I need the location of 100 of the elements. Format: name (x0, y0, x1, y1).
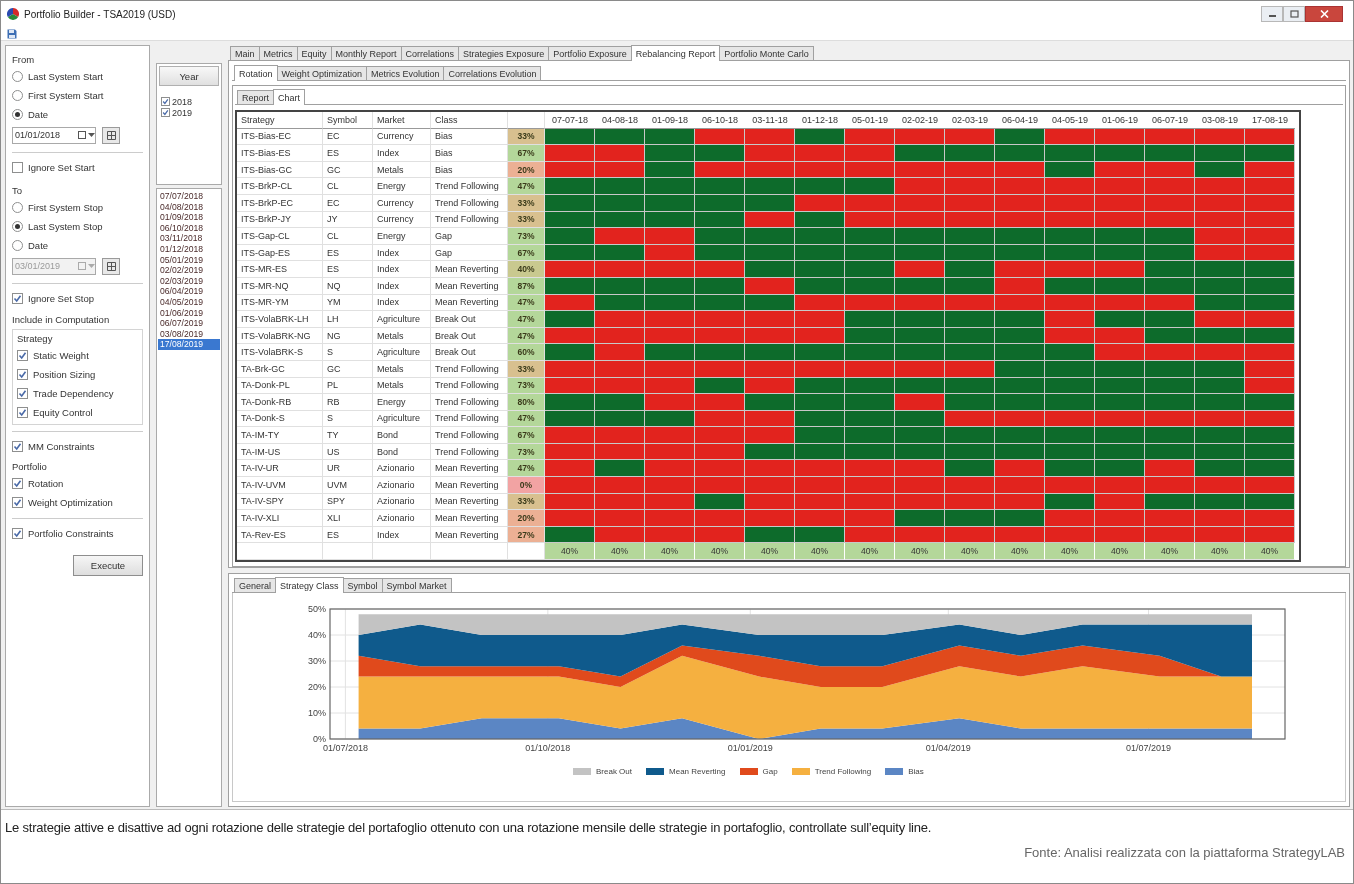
list-item[interactable]: 05/01/2019 (158, 254, 220, 266)
tab[interactable]: Portfolio Monte Carlo (719, 46, 814, 60)
list-item[interactable]: 03/11/2018 (158, 233, 220, 244)
table-cell: TA-IV-UVM (237, 477, 323, 494)
table-cell: Index (373, 526, 431, 544)
checkbox-label: Rotation (28, 478, 64, 489)
checkbox[interactable] (12, 441, 23, 452)
table-cell: TA-IV-XLI (237, 510, 323, 527)
tab[interactable]: Symbol Market (381, 578, 452, 593)
save-icon[interactable] (7, 28, 17, 39)
radio-label: First System Start (28, 90, 104, 101)
tab[interactable]: Chart (273, 89, 306, 105)
table-cell: Metals (373, 377, 431, 395)
empty-cell (373, 543, 431, 561)
tab[interactable]: Strategy Class (275, 577, 344, 594)
radio-button[interactable] (12, 109, 23, 120)
list-item[interactable]: 01/06/2019 (158, 307, 220, 319)
list-item[interactable]: 06/04/2019 (158, 286, 220, 297)
list-item[interactable]: 06/10/2018 (158, 222, 220, 234)
tab[interactable]: Rebalancing Report (630, 45, 721, 61)
tab[interactable]: Rotation (234, 65, 278, 81)
checkbox[interactable] (17, 350, 28, 361)
table-cell: TA-Donk-RB (237, 394, 323, 411)
total-cell: 40% (1245, 543, 1295, 561)
checkbox[interactable] (12, 528, 23, 539)
caret-icon[interactable] (88, 132, 95, 138)
tab[interactable]: Strategies Exposure (458, 46, 550, 60)
checkbox[interactable] (12, 478, 23, 489)
table-cell: TA-IV-SPY (237, 493, 323, 511)
empty-cell (508, 112, 545, 129)
list-item[interactable]: 07/07/2018 (158, 191, 220, 202)
total-cell: 40% (1195, 543, 1245, 561)
tab[interactable]: Portfolio Exposure (548, 46, 632, 60)
column-header: 01-06-19 (1095, 112, 1145, 129)
table-cell: YM (323, 294, 373, 312)
radio-button[interactable] (12, 71, 23, 82)
radio-button[interactable] (12, 90, 23, 101)
tab[interactable]: Weight Optimization (276, 66, 367, 80)
radio-button[interactable] (12, 240, 23, 251)
table-cell: Agriculture (373, 410, 431, 428)
axis-label: 01/07/2019 (1126, 743, 1172, 754)
list-item[interactable]: 02/02/2019 (158, 265, 220, 276)
list-item[interactable]: 01/09/2018 (158, 212, 220, 223)
list-item[interactable]: 17/08/2019 (158, 339, 220, 350)
checkbox[interactable] (12, 497, 23, 508)
column-header: 03-11-18 (745, 112, 795, 129)
picker-button[interactable] (102, 257, 120, 275)
tab[interactable]: Correlations Evolution (443, 66, 542, 80)
tab[interactable]: Symbol (342, 578, 383, 593)
checkbox[interactable] (17, 369, 28, 380)
checkbox[interactable] (161, 108, 170, 117)
table-cell: TA-IV-UR (237, 460, 323, 478)
source-note: Fonte: Analisi realizzata con la piattaforma StrategyLAB (1024, 845, 1345, 860)
total-cell: 40% (995, 543, 1045, 561)
radio-button[interactable] (12, 202, 23, 213)
list-item[interactable]: 01/12/2018 (158, 243, 220, 255)
list-item[interactable]: 03/08/2019 (158, 328, 220, 340)
table-cell: ITS-Bias-GC (237, 161, 323, 179)
table-cell: Azionario (373, 477, 431, 494)
close-button[interactable] (1305, 6, 1343, 22)
radio-label: Date (28, 109, 49, 120)
list-item[interactable]: 02/03/2019 (158, 275, 220, 287)
list-item[interactable]: 06/07/2019 (158, 318, 220, 329)
tab[interactable]: Monthly Report (330, 46, 402, 60)
tab[interactable]: Metrics (258, 46, 298, 60)
radio-button[interactable] (12, 221, 23, 232)
tab[interactable]: Main (230, 46, 260, 60)
maximize-button[interactable] (1283, 6, 1305, 22)
total-cell: 40% (895, 543, 945, 561)
calendar-icon[interactable] (78, 131, 86, 139)
list-item[interactable]: 04/05/2019 (158, 296, 220, 308)
close-icon (1319, 10, 1329, 18)
table-cell: ITS-Bias-EC (237, 128, 323, 146)
checkbox[interactable] (17, 407, 28, 418)
column-header[interactable]: Year (159, 66, 219, 86)
percent-cell: 20% (508, 510, 545, 527)
minimize-button[interactable] (1261, 6, 1283, 22)
tab[interactable]: Report (237, 90, 274, 104)
list-item[interactable]: 04/08/2018 (158, 201, 220, 213)
date-field[interactable]: 01/01/2018 (12, 126, 96, 144)
table-cell: EC (323, 128, 373, 146)
table-cell: ITS-BrkP-JY (237, 211, 323, 229)
percent-cell: 40% (508, 261, 545, 278)
tab[interactable]: Metrics Evolution (365, 66, 445, 80)
table-cell: GC (323, 161, 373, 179)
percent-cell: 73% (508, 228, 545, 245)
tab[interactable]: General (234, 578, 277, 593)
legend-label: Break Out (596, 767, 632, 777)
tab[interactable]: Equity (296, 46, 332, 60)
checkbox[interactable] (161, 97, 170, 106)
table-cell: UVM (323, 477, 373, 494)
table-cell: XLI (323, 510, 373, 527)
checkbox[interactable] (12, 162, 23, 173)
tab[interactable]: Correlations (400, 46, 460, 60)
checkbox[interactable] (17, 388, 28, 399)
checkbox-label: Weight Optimization (28, 497, 113, 508)
picker-button[interactable] (102, 126, 120, 144)
checkbox[interactable] (12, 293, 23, 304)
percent-cell: 47% (508, 178, 545, 195)
execute-button[interactable]: Execute (73, 555, 143, 576)
